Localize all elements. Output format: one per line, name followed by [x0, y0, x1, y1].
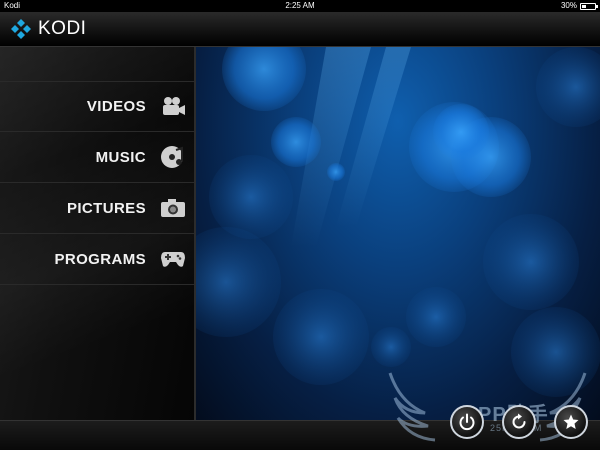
battery-percent: 30%: [560, 1, 577, 10]
status-bar: Kodi 2:25 AM 30%: [0, 0, 600, 12]
menu-item-videos[interactable]: VIDEOS: [0, 81, 194, 132]
fanart-background: [196, 47, 600, 420]
kodi-screen: Kodi 2:25 AM 30% KODI VIDEOS MUSIC PICTU…: [0, 0, 600, 450]
power-button[interactable]: [450, 405, 484, 439]
favourites-button[interactable]: [554, 405, 588, 439]
menu-item-label: MUSIC: [95, 148, 146, 166]
status-battery: 30%: [560, 0, 598, 12]
menu-item-pictures[interactable]: PICTURES: [0, 183, 194, 234]
reload-button[interactable]: [502, 405, 536, 439]
menu-item-programs[interactable]: PROGRAMS: [0, 234, 194, 285]
favourites-icon: [563, 414, 579, 429]
menu-item-label: PICTURES: [66, 199, 146, 217]
menu-item-label: PROGRAMS: [54, 250, 146, 268]
photo-camera-icon: [160, 195, 186, 221]
menu-item-music[interactable]: MUSIC: [0, 132, 194, 183]
music-disc-icon: [160, 144, 186, 170]
battery-icon: [580, 2, 598, 10]
menu-item-label: VIDEOS: [86, 98, 146, 115]
kodi-logo[interactable]: KODI: [10, 18, 86, 40]
system-buttons: [450, 405, 588, 439]
gamepad-icon: [160, 246, 186, 272]
power-icon: [459, 413, 475, 431]
main-menu: VIDEOS MUSIC PICTURES PROGRAMS: [0, 47, 196, 420]
kodi-diamond-icon: [11, 19, 31, 39]
film-camera-icon: [160, 94, 186, 120]
kodi-logo-text: KODI: [38, 18, 87, 39]
reload-icon: [512, 413, 526, 429]
kodi-header: KODI: [0, 12, 600, 47]
bokeh-background-art: [196, 47, 600, 397]
status-time: 2:25 AM: [285, 1, 315, 10]
